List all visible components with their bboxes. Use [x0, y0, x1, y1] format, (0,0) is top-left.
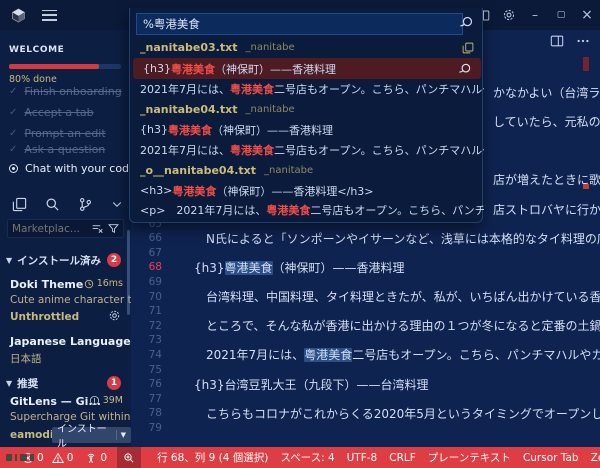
match-highlight: 粤港美食: [172, 184, 217, 198]
minimize-button[interactable]: –: [522, 0, 548, 30]
ports-status[interactable]: 0: [79, 447, 113, 468]
quick-open-input[interactable]: [136, 13, 463, 35]
welcome-panel-title: WELCOME: [9, 45, 65, 55]
language-mode-status[interactable]: プレーンテキスト: [422, 447, 517, 468]
close-button[interactable]: ×: [574, 0, 600, 30]
status-bar: 0 0 0 行 68、列 9 (4 個選択) スペース: 4 UTF-8 CRL…: [0, 447, 600, 468]
match-highlight: 粤港美食: [230, 82, 274, 96]
installed-count-badge: 2: [107, 253, 121, 267]
split-editor-icon[interactable]: [550, 34, 564, 48]
filter-funnel-icon[interactable]: [108, 223, 119, 234]
result-file-row[interactable]: _nanitabe04.txt _nanitabe: [130, 100, 484, 119]
clock-icon: [84, 279, 93, 288]
result-match-row-selected[interactable]: {h3} 粤港美食 （神保町）——香港料理: [133, 58, 481, 79]
zoom-indicator[interactable]: [117, 447, 142, 468]
result-match-row[interactable]: <h3> 粤港美食 （神保町）——香港料理</h3>: [130, 181, 484, 200]
eol-status[interactable]: CRLF: [383, 447, 422, 468]
task-accept-a-tab[interactable]: ✓ Accept a tab: [9, 106, 94, 119]
check-icon: ✓: [9, 86, 18, 97]
marketplace-search[interactable]: [7, 219, 124, 238]
result-file-row[interactable]: _nanitabe03.txt _nanitabe: [130, 38, 484, 57]
code-line: 78 こちらもコロナがこれからくる2020年5月というタイミングでオープンしてく: [148, 406, 600, 421]
theme-status[interactable]: Zero Two ♡: [585, 447, 600, 468]
code-line: 75: [148, 363, 162, 376]
app-window: – ▢ × 56かなかよい（台湾ラー 57 58していたら、元私の編 59 60…: [0, 0, 600, 468]
result-match-row[interactable]: <p> 2021年7月には、粤港美食二号店もオープン。こちら、パンチマハルやカー…: [130, 200, 484, 219]
chevron-down-icon: ▼: [6, 378, 13, 388]
cursor-position-status[interactable]: 行 68、列 9 (4 個選択): [151, 447, 274, 468]
chevron-down-icon[interactable]: [111, 198, 123, 210]
code-line: 71: [148, 305, 162, 318]
cursor-tab-status[interactable]: Cursor Tab: [517, 447, 585, 468]
zoom-magnifier-icon: [124, 452, 134, 462]
code-line: 66 N氏によると「ソンポーンやイサーンなど、浅草には本格的なタイ料理の店があ: [148, 231, 600, 246]
sidebar-scrollbar[interactable]: [127, 230, 130, 315]
match-highlight: 粤港美食: [167, 123, 212, 137]
code-line: 67: [148, 246, 162, 259]
copy-icon[interactable]: [462, 42, 474, 54]
result-match-row[interactable]: 2021年7月には、粤港美食二号店もオープン。こちら、パンチマハルやカーマやブラ…: [130, 140, 484, 159]
download-count-icon: [89, 395, 99, 406]
search-icon[interactable]: [45, 197, 60, 212]
warning-icon: [51, 452, 64, 463]
chevron-down-icon: ▼: [120, 431, 126, 439]
code-line: 70 台湾料理、中国料理、タイ料理ときたが、私が、いちばん出かけている香港（: [148, 290, 600, 305]
onboarding-progress-bar: [9, 64, 121, 69]
check-icon: ✓: [9, 144, 18, 155]
task-chat-with-code[interactable]: Chat with your cod: [9, 162, 129, 175]
match-highlight: 粤港美食: [170, 62, 215, 76]
sidebar: WELCOME 80% done ✓ Finish onboarding ✓ Acc…: [0, 30, 131, 447]
code-line: 79: [148, 421, 162, 434]
result-match-row[interactable]: 2021年7月には、粤港美食二号店もオープン。こちら、パンチマハルやカーマやブラ…: [130, 79, 484, 98]
go-to-match-icon[interactable]: [458, 62, 472, 76]
code-line: 72 ところで、そんな私が香港に出かける理由の１つが冬になると定番の土鍋飯こ: [148, 319, 600, 334]
more-actions-icon[interactable]: [576, 34, 590, 48]
check-icon: ✓: [9, 128, 18, 139]
chevron-down-icon: ▼: [6, 255, 13, 265]
selection-highlight: 粤港美食: [224, 260, 273, 275]
clear-filter-icon[interactable]: [92, 223, 103, 234]
manage-gear-icon[interactable]: [108, 309, 121, 322]
match-highlight: 粤港美食: [266, 203, 311, 217]
progress-label: 80% done: [9, 74, 57, 85]
result-file-row[interactable]: _o__nanitabe04.txt _nanitabe: [130, 161, 484, 180]
match-highlight: 粤港美食: [230, 143, 274, 157]
code-line-current: 68 {h3}粤港美食（神保町）——香港料理: [148, 260, 405, 275]
code-line: 77: [148, 392, 162, 405]
explorer-icon[interactable]: [12, 197, 27, 212]
section-installed[interactable]: ▼ インストール済み 2: [0, 250, 131, 270]
marketplace-search-input[interactable]: [12, 222, 92, 235]
settings-gear-icon[interactable]: [496, 0, 522, 30]
maximize-button[interactable]: ▢: [548, 0, 574, 30]
quick-open-panel: _nanitabe03.txt _nanitabe {h3}粤港美食（神保町）—…: [129, 8, 484, 223]
source-control-icon[interactable]: [78, 197, 93, 212]
section-recommended[interactable]: ▼ 推奨 1: [0, 373, 131, 393]
indentation-status[interactable]: スペース: 4: [274, 447, 340, 468]
menu-icon[interactable]: [42, 9, 57, 21]
code-line: 74 2021年7月には、粤港美食二号店もオープン。こちら、パンチマハルやカーマ: [148, 348, 600, 363]
task-prompt-an-edit[interactable]: ✓ Prompt an edit: [9, 127, 106, 140]
encoding-status[interactable]: UTF-8: [341, 447, 384, 468]
install-button[interactable]: インストール ▼: [52, 424, 131, 447]
task-ask-a-question[interactable]: ✓ Ask a question: [9, 143, 105, 156]
check-icon: ✓: [9, 107, 18, 118]
code-line: 69: [148, 276, 162, 289]
selection-highlight: 粤港美食: [304, 348, 353, 363]
activity-bar: [0, 193, 131, 215]
code-line: 73: [148, 334, 162, 347]
code-line: 76 {h3}台湾豆乳大王（九段下）——台湾料理: [148, 377, 429, 392]
search-editor-icon[interactable]: [459, 15, 474, 30]
overview-ruler-match-mark: [583, 57, 589, 71]
radio-icon: [9, 164, 18, 173]
app-logo-icon: [12, 8, 25, 22]
recommended-count-badge: 1: [107, 376, 121, 390]
overview-ruler-match-mark: [583, 184, 589, 189]
task-finish-onboarding[interactable]: ✓ Finish onboarding: [9, 85, 122, 98]
result-match-row[interactable]: {h3} 粤港美食 （神保町）——香港料理: [130, 120, 484, 139]
radio-tower-icon: [88, 453, 95, 463]
